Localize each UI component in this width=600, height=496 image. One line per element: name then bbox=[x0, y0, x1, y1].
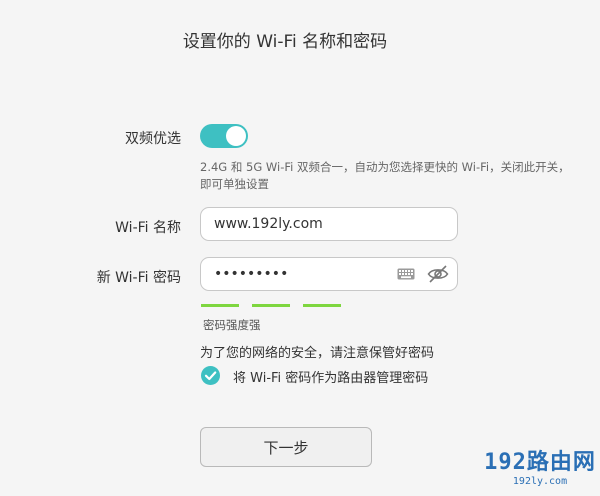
wifi-name-input[interactable] bbox=[214, 208, 394, 240]
watermark-main: 192路由网 bbox=[484, 450, 596, 475]
dual-band-label: 双频优选 bbox=[125, 131, 181, 147]
admin-password-checkbox[interactable] bbox=[201, 366, 220, 385]
next-button[interactable]: 下一步 bbox=[200, 427, 372, 467]
strength-bar-2 bbox=[252, 304, 290, 307]
wifi-password-label: 新 Wi-Fi 密码 bbox=[96, 270, 181, 286]
strength-bar-1 bbox=[201, 304, 239, 307]
watermark-logo: 192路由网 192ly.com bbox=[482, 450, 598, 488]
security-notice: 为了您的网络的安全，请注意保管好密码 bbox=[200, 346, 435, 361]
dual-band-toggle[interactable] bbox=[200, 124, 248, 148]
strength-bar-3 bbox=[303, 304, 341, 307]
toggle-knob bbox=[226, 126, 246, 146]
wifi-name-field[interactable] bbox=[200, 207, 458, 241]
wifi-name-label: Wi-Fi 名称 bbox=[115, 220, 181, 236]
wifi-password-field[interactable] bbox=[200, 257, 458, 291]
watermark-sub: 192ly.com bbox=[512, 476, 568, 487]
eye-hidden-icon[interactable] bbox=[427, 264, 449, 284]
keyboard-icon[interactable] bbox=[397, 268, 415, 280]
dual-band-hint: 2.4G 和 5G Wi-Fi 双频合一，自动为您选择更快的 Wi-Fi，关闭此… bbox=[200, 160, 570, 191]
admin-password-label[interactable]: 将 Wi-Fi 密码作为路由器管理密码 bbox=[233, 367, 428, 386]
wifi-password-input[interactable] bbox=[214, 258, 394, 290]
checkmark-icon bbox=[204, 371, 217, 381]
page-title: 设置你的 Wi-Fi 名称和密码 bbox=[182, 32, 388, 52]
strength-label: 密码强度强 bbox=[203, 318, 261, 332]
